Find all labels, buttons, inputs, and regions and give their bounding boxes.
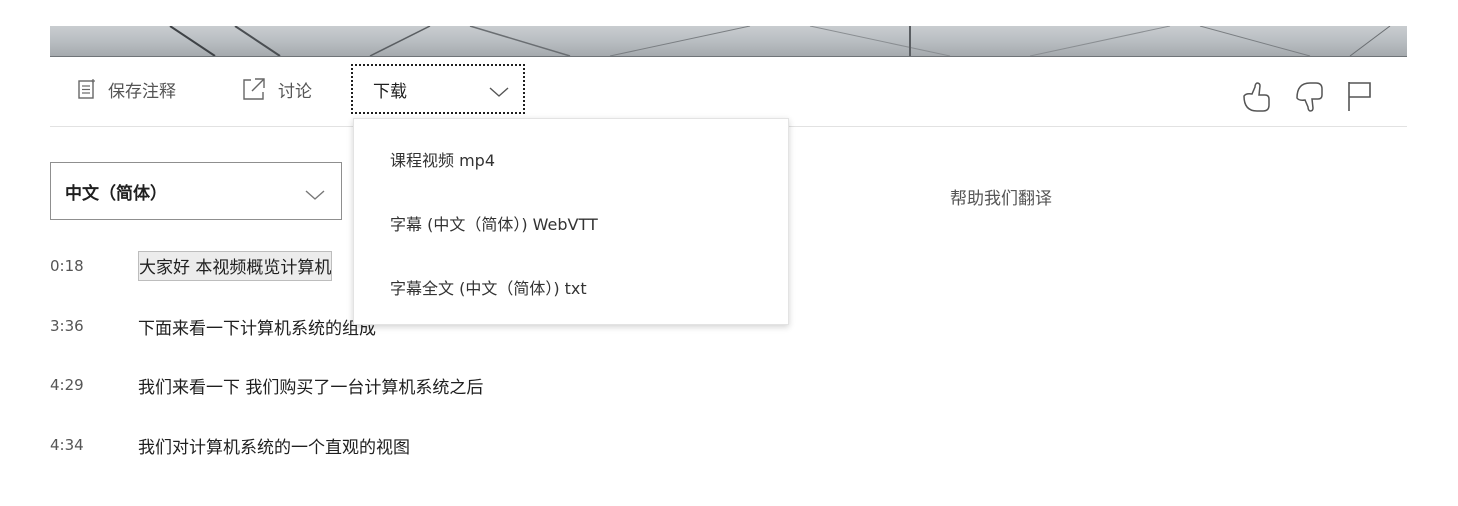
language-selected-label: 中文（简体）	[65, 183, 167, 204]
flag-button[interactable]	[1346, 80, 1374, 116]
subtitle-language-select[interactable]: 中文（简体）	[50, 162, 342, 220]
transcript-text: 大家好 本视频概览计算机	[138, 251, 333, 281]
download-menu-item-transcript-txt[interactable]: 字幕全文 (中文（简体）) txt	[390, 269, 587, 305]
transcript-line[interactable]: 0:18 大家好 本视频概览计算机	[50, 251, 333, 281]
download-select[interactable]: 下载	[351, 64, 525, 114]
download-menu-item-video[interactable]: 课程视频 mp4	[390, 141, 495, 177]
save-notes-label: 保存注释	[108, 81, 176, 102]
transcript-timestamp: 4:34	[50, 436, 84, 454]
notes-icon	[78, 78, 96, 100]
video-background-image	[169, 26, 1391, 56]
transcript-timestamp: 0:18	[50, 257, 84, 275]
video-frame[interactable]	[50, 26, 1407, 57]
download-menu-item-subtitles-vtt[interactable]: 字幕 (中文（简体）) WebVTT	[390, 205, 598, 241]
discuss-label: 讨论	[278, 81, 312, 102]
transcript-line[interactable]: 3:36 下面来看一下计算机系统的组成	[50, 311, 376, 341]
transcript-text: 我们来看一下 我们购买了一台计算机系统之后	[138, 377, 484, 398]
chevron-down-icon	[305, 186, 325, 206]
transcript-text: 我们对计算机系统的一个直观的视图	[138, 437, 410, 458]
dislike-button[interactable]	[1294, 80, 1326, 118]
download-menu: 课程视频 mp4 字幕 (中文（简体）) WebVTT 字幕全文 (中文（简体）…	[353, 118, 789, 325]
flag-icon	[1346, 80, 1374, 116]
save-notes-button[interactable]: 保存注释	[78, 74, 176, 104]
transcript-text: 下面来看一下计算机系统的组成	[138, 318, 376, 339]
external-link-icon	[242, 77, 266, 101]
transcript-timestamp: 3:36	[50, 317, 84, 335]
transcript-line[interactable]: 4:29 我们来看一下 我们购买了一台计算机系统之后	[50, 370, 483, 400]
discuss-button[interactable]: 讨论	[242, 74, 312, 104]
like-button[interactable]	[1241, 80, 1273, 118]
thumbs-down-icon	[1294, 80, 1326, 118]
help-translate-link[interactable]: 帮助我们翻译	[950, 184, 1052, 209]
transcript-line[interactable]: 4:34 我们对计算机系统的一个直观的视图	[50, 430, 410, 460]
transcript-timestamp: 4:29	[50, 376, 84, 394]
thumbs-up-icon	[1241, 80, 1273, 118]
lecture-page: 保存注释 讨论 下载 中文（简体） 帮助我们翻译 0:18 大家好 本视频概览计…	[0, 0, 1458, 506]
download-label: 下载	[373, 81, 407, 102]
chevron-down-icon	[489, 83, 509, 103]
